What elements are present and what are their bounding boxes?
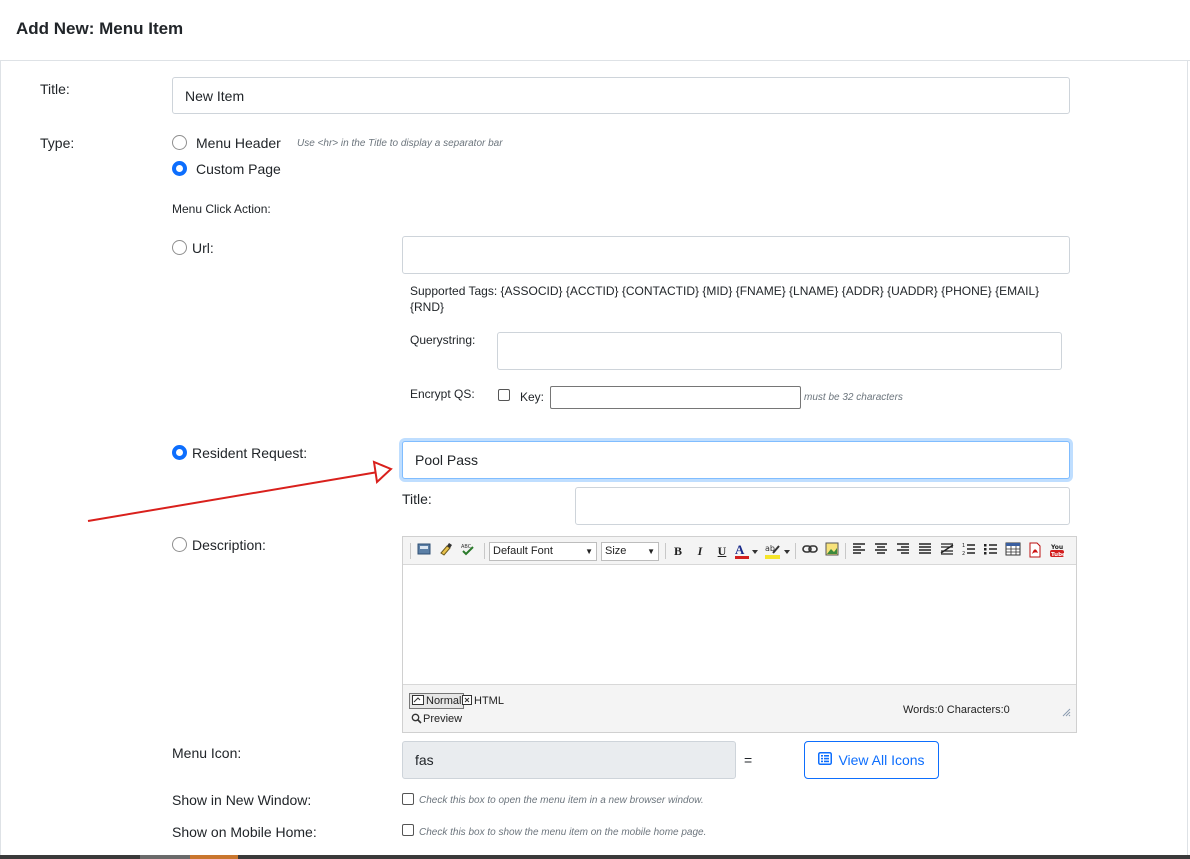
align-right-icon[interactable] [894, 542, 912, 560]
save-icon[interactable] [415, 542, 433, 560]
bold-icon[interactable]: B [669, 542, 687, 560]
ordered-list-icon[interactable]: 12 [960, 542, 978, 560]
type-label: Type: [40, 135, 75, 151]
justify-icon[interactable] [916, 542, 934, 560]
normal-mode-tab[interactable]: Normal [409, 693, 465, 710]
magnifier-icon [411, 713, 422, 728]
custom-page-label: Custom Page [196, 161, 281, 177]
equals-sign: = [744, 752, 753, 768]
toolbar-separator [845, 543, 846, 559]
list-icon [818, 752, 833, 768]
taskbar-edge [0, 855, 1190, 859]
toolbar-separator [665, 543, 666, 559]
svg-text:2: 2 [962, 551, 965, 556]
menu-header-hint: Use <hr> in the Title to display a separ… [297, 138, 503, 149]
encrypt-qs-checkbox[interactable] [498, 389, 510, 401]
page-header: Add New: Menu Item [0, 0, 1190, 61]
rich-text-editor: ABC Default Font ▼ Size ▼ B I U A ab 1 2… [402, 536, 1077, 733]
strikethrough-icon[interactable] [938, 542, 956, 560]
design-mode-icon [412, 695, 424, 710]
description-label: Description: [192, 537, 266, 553]
mobile-home-hint: Check this box to show the menu item on … [419, 827, 707, 838]
toolbar-separator [484, 543, 485, 559]
svg-text:Tube: Tube [1051, 552, 1065, 558]
title-input[interactable]: New Item [172, 77, 1070, 114]
unordered-list-icon[interactable] [982, 542, 1000, 560]
encrypt-qs-label: Encrypt QS: [410, 387, 475, 401]
preview-mode-tab[interactable]: Preview [411, 712, 462, 726]
right-border [1187, 61, 1188, 859]
html-mode-label: HTML [474, 695, 504, 707]
key-input[interactable] [550, 386, 801, 409]
resident-title-input[interactable] [575, 487, 1070, 525]
url-input[interactable] [402, 236, 1070, 274]
description-radio[interactable] [172, 537, 187, 552]
view-all-icons-label: View All Icons [838, 752, 925, 768]
font-select[interactable]: Default Font ▼ [489, 542, 597, 561]
html-mode-tab[interactable]: HTML [462, 694, 504, 708]
link-icon[interactable] [801, 542, 819, 560]
italic-icon[interactable]: I [691, 542, 709, 560]
new-window-checkbox[interactable] [402, 793, 414, 805]
resident-title-label: Title: [402, 491, 432, 507]
supported-tags-text: Supported Tags: {ASSOCID} {ACCTID} {CONT… [410, 284, 1040, 314]
youtube-icon[interactable]: You Tube [1048, 542, 1066, 560]
querystring-input[interactable] [497, 332, 1062, 370]
resident-request-value: Pool Pass [415, 452, 479, 468]
toolbar-separator [795, 543, 796, 559]
pdf-icon[interactable] [1026, 542, 1044, 560]
key-hint: must be 32 characters [804, 392, 903, 403]
annotation-arrow [87, 460, 393, 522]
title-label: Title: [40, 81, 70, 97]
svg-text:1: 1 [962, 543, 965, 549]
resident-request-input[interactable]: Pool Pass [402, 441, 1070, 479]
font-color-icon[interactable]: A [733, 542, 759, 560]
page-title: Add New: Menu Item [16, 19, 184, 38]
left-border [0, 61, 1, 859]
svg-text:You: You [1050, 544, 1063, 551]
menu-icon-input[interactable]: fas [402, 741, 736, 779]
image-icon[interactable] [823, 542, 841, 560]
svg-text:A: A [735, 542, 745, 557]
mobile-home-label: Show on Mobile Home: [172, 824, 317, 840]
table-icon[interactable] [1004, 542, 1022, 560]
click-action-label: Menu Click Action: [172, 202, 271, 216]
resize-handle-icon[interactable] [1061, 704, 1071, 717]
menu-header-radio[interactable] [172, 135, 187, 150]
toolbar-grip [410, 543, 411, 559]
custom-page-radio[interactable] [172, 161, 187, 176]
size-select-value: Size [605, 545, 627, 557]
editor-toolbar: ABC Default Font ▼ Size ▼ B I U A ab 1 2… [403, 537, 1076, 565]
preview-mode-label: Preview [423, 713, 463, 725]
editor-status-bar: Normal HTML Preview Words:0 Characters:0 [403, 684, 1076, 732]
taskbar-item [140, 855, 190, 859]
menu-icon-value: fas [415, 752, 434, 768]
word-count: Words:0 Characters:0 [903, 704, 1010, 716]
querystring-label: Querystring: [410, 333, 476, 347]
view-all-icons-button[interactable]: View All Icons [804, 741, 939, 779]
mobile-home-checkbox[interactable] [402, 824, 414, 836]
html-mode-icon [462, 695, 472, 709]
clean-format-icon[interactable] [437, 542, 455, 560]
underline-icon[interactable]: U [713, 542, 731, 560]
normal-mode-label: Normal [426, 695, 462, 707]
align-center-icon[interactable] [872, 542, 890, 560]
chevron-down-icon: ▼ [585, 547, 593, 556]
menu-icon-label: Menu Icon: [172, 745, 242, 761]
size-select[interactable]: Size ▼ [601, 542, 659, 561]
highlight-color-icon[interactable]: ab [763, 542, 791, 560]
url-label: Url: [192, 240, 214, 256]
spellcheck-icon[interactable]: ABC [459, 542, 477, 560]
menu-header-label: Menu Header [196, 135, 281, 151]
chevron-down-icon: ▼ [647, 547, 655, 556]
new-window-label: Show in New Window: [172, 792, 312, 808]
title-input-value: New Item [185, 87, 245, 104]
taskbar-item [190, 855, 238, 859]
new-window-hint: Check this box to open the menu item in … [419, 795, 704, 806]
url-radio[interactable] [172, 240, 187, 255]
align-left-icon[interactable] [850, 542, 868, 560]
font-select-value: Default Font [493, 545, 553, 557]
key-label: Key: [520, 390, 545, 404]
editor-content-area[interactable] [403, 566, 1076, 683]
